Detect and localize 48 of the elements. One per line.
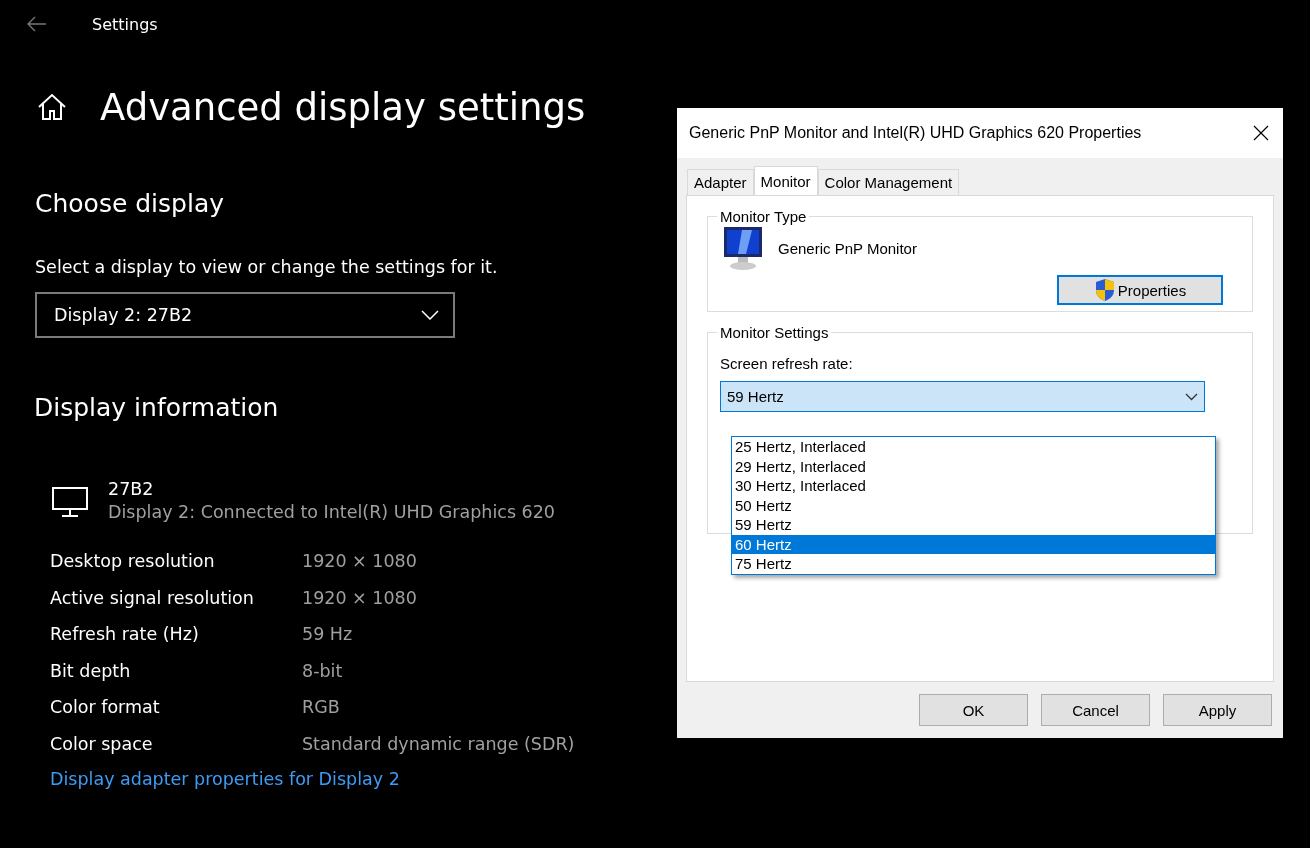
display-dropdown[interactable]: Display 2: 27B2 xyxy=(35,292,455,338)
info-label: Color space xyxy=(50,733,153,754)
dialog-button[interactable]: OK xyxy=(919,694,1028,726)
info-value: Standard dynamic range (SDR) xyxy=(302,733,575,754)
info-value: 8-bit xyxy=(302,660,343,681)
home-icon[interactable] xyxy=(37,93,67,121)
dialog-title: Generic PnP Monitor and Intel(R) UHD Graphics 620 Properties xyxy=(689,124,1142,142)
dialog-tab[interactable]: Color Management xyxy=(817,169,960,195)
close-icon[interactable] xyxy=(1253,125,1269,141)
group-label: Monitor Type xyxy=(719,208,808,225)
chevron-icon xyxy=(1185,392,1198,401)
monitor-name: Generic PnP Monitor xyxy=(778,239,917,257)
back-icon[interactable] xyxy=(27,16,47,32)
section-heading: Choose display xyxy=(35,189,224,218)
window-title: Settings xyxy=(92,14,158,34)
dropdown-option[interactable]: 59 Hertz xyxy=(732,515,1215,535)
info-value: 1920 × 1080 xyxy=(302,587,417,608)
dropdown-option[interactable]: 50 Hertz xyxy=(732,495,1215,515)
info-label: Desktop resolution xyxy=(50,551,215,571)
dialog-tab[interactable]: Monitor xyxy=(753,166,818,196)
adapter-properties-link[interactable]: Display adapter properties for Display 2 xyxy=(50,768,400,789)
info-value: 59 Hz xyxy=(302,624,353,644)
properties-button[interactable]: Properties xyxy=(1057,275,1223,305)
shield-icon xyxy=(1093,278,1116,302)
dialog-tab[interactable]: Adapter xyxy=(687,169,754,195)
monitor-icon xyxy=(52,487,88,517)
display-name: 27B2 xyxy=(108,479,155,499)
section-heading: Display information xyxy=(34,393,279,422)
dropdown-option[interactable]: 29 Hertz, Interlaced xyxy=(732,456,1215,476)
chevron-icon xyxy=(421,310,439,320)
dropdown-option[interactable]: 60 Hertz xyxy=(732,534,1215,554)
info-label: Active signal resolution xyxy=(50,587,254,608)
dialog-button[interactable]: Cancel xyxy=(1041,694,1150,726)
info-label: Refresh rate (Hz) xyxy=(50,624,199,644)
info-label: Bit depth xyxy=(50,660,131,681)
dropdown-option[interactable]: 75 Hertz xyxy=(732,554,1215,574)
display-description: Display 2: Connected to Intel(R) UHD Graphics 620 xyxy=(108,502,555,522)
group-label: Monitor Settings xyxy=(719,324,830,341)
refresh-rate-label: Screen refresh rate: xyxy=(720,355,853,372)
dropdown-option[interactable]: 30 Hertz, Interlaced xyxy=(732,476,1215,496)
info-value: RGB xyxy=(302,697,340,717)
prompt-text: Select a display to view or change the settings for it. xyxy=(35,257,498,277)
dialog-button[interactable]: Apply xyxy=(1163,694,1272,726)
dropdown-option[interactable]: 25 Hertz, Interlaced xyxy=(732,437,1215,457)
refresh-rate-dropdown[interactable]: 59 Hertz xyxy=(720,381,1205,412)
page-heading: Advanced display settings xyxy=(100,85,586,129)
info-label: Color format xyxy=(50,697,160,717)
info-value: 1920 × 1080 xyxy=(302,551,417,571)
